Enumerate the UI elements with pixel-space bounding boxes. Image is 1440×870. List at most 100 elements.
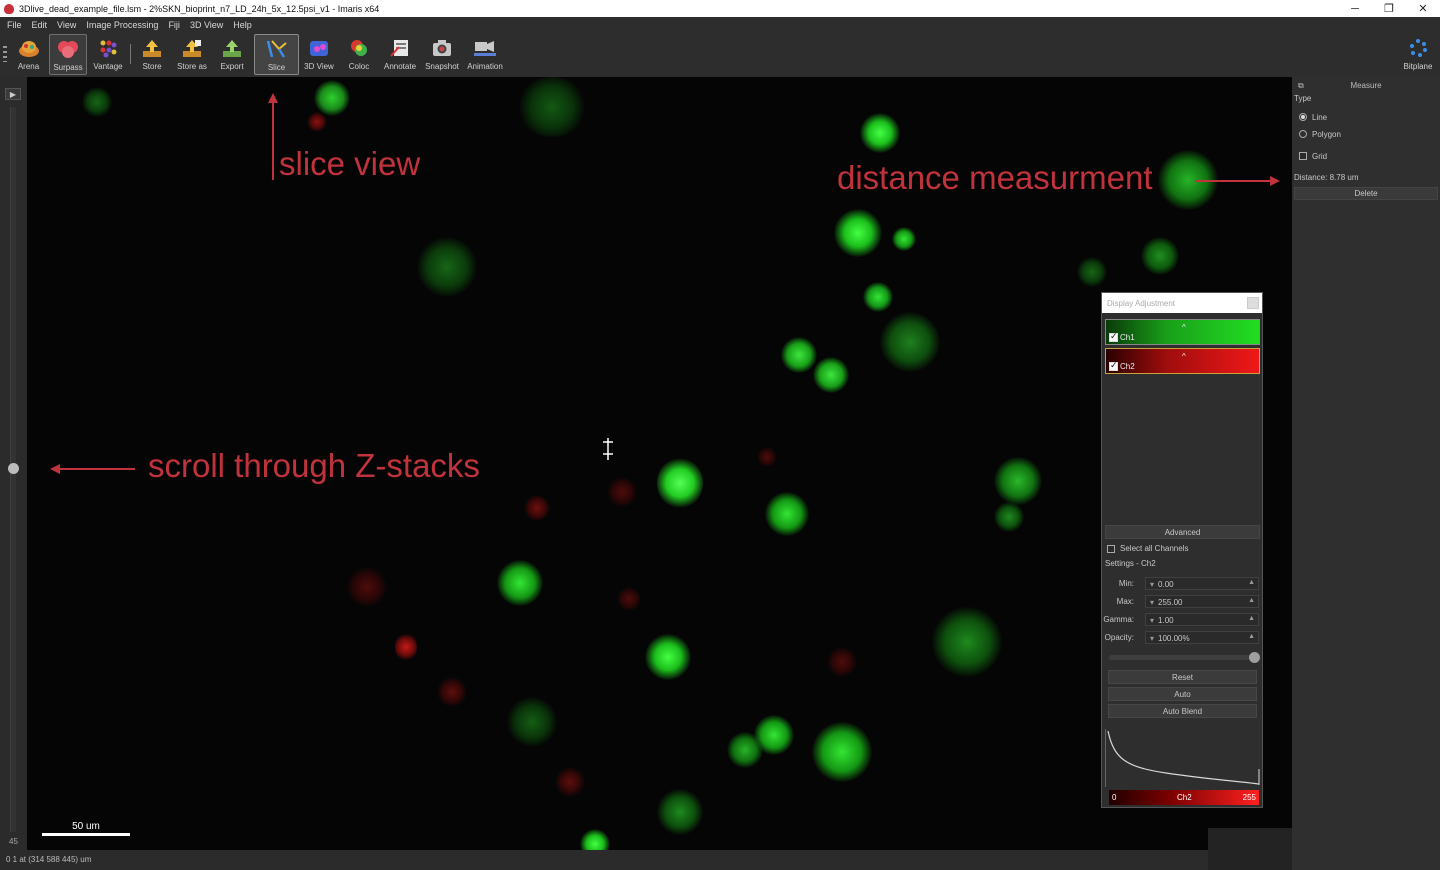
- store-as-button[interactable]: Store as: [175, 34, 209, 75]
- select-all-channels-option[interactable]: Select all Channels: [1105, 544, 1188, 553]
- opacity-slider-knob[interactable]: [1249, 652, 1260, 663]
- annotation-arrow-line: [58, 468, 135, 470]
- status-bar-corner: [1208, 828, 1292, 870]
- zstack-value: 45: [9, 837, 18, 846]
- max-input[interactable]: ▾ 255.00 ▲: [1145, 595, 1259, 608]
- annotate-button[interactable]: Annotate: [381, 34, 419, 75]
- chevron-up-icon[interactable]: ^: [1182, 352, 1186, 361]
- status-text: 0 1 at (314 588 445) um: [6, 855, 92, 864]
- max-label: Max:: [1116, 597, 1134, 606]
- channel-bar-ch2[interactable]: ^ Ch2: [1105, 348, 1260, 374]
- colorbar-min: 0: [1112, 793, 1117, 802]
- min-input[interactable]: ▾ 0.00 ▲: [1145, 577, 1259, 590]
- dropdown-icon[interactable]: ▾: [1150, 598, 1154, 607]
- 3d-view-icon: [307, 36, 331, 60]
- measurement-point-icon[interactable]: [600, 436, 616, 462]
- vantage-button[interactable]: Vantage: [91, 34, 125, 75]
- spinner-up-icon[interactable]: ▲: [1248, 597, 1255, 604]
- surpass-label: Surpass: [53, 63, 83, 72]
- menu-image-processing[interactable]: Image Processing: [86, 20, 158, 30]
- play-button[interactable]: ▶: [5, 88, 21, 100]
- green-cell: [517, 77, 587, 137]
- grid-checkbox[interactable]: [1299, 152, 1307, 160]
- annotate-icon: [388, 36, 412, 60]
- ch2-checkbox[interactable]: [1109, 360, 1118, 371]
- select-all-label: Select all Channels: [1120, 544, 1189, 553]
- spinner-up-icon[interactable]: ▲: [1248, 615, 1255, 622]
- green-cell: [314, 80, 350, 116]
- green-cell: [994, 457, 1042, 505]
- red-cell: [757, 447, 777, 467]
- slice-button[interactable]: Slice: [254, 34, 299, 75]
- green-cell: [834, 209, 882, 257]
- bitplane-button[interactable]: Bitplane: [1400, 34, 1436, 75]
- zstack-slider-thumb[interactable]: [8, 463, 19, 474]
- annotation-distance-measurement: distance measurment: [837, 159, 1153, 196]
- gamma-label: Gamma:: [1103, 615, 1134, 624]
- grid-option[interactable]: Grid: [1294, 150, 1438, 162]
- restore-button[interactable]: ❐: [1372, 0, 1406, 17]
- green-cell: [863, 282, 893, 312]
- green-cell: [580, 829, 610, 850]
- store-button[interactable]: Store: [138, 34, 166, 75]
- status-bar: 0 1 at (314 588 445) um: [0, 850, 1292, 870]
- menu-fiji[interactable]: Fiji: [168, 20, 180, 30]
- channel-colorbar[interactable]: 0 Ch2 255: [1109, 790, 1259, 805]
- arena-button[interactable]: Arena: [14, 34, 43, 75]
- toolbar-grip[interactable]: [3, 46, 7, 62]
- animation-button[interactable]: Animation: [466, 34, 504, 75]
- close-window-button[interactable]: ✕: [1406, 0, 1440, 17]
- bitplane-label: Bitplane: [1403, 62, 1433, 71]
- opacity-slider[interactable]: [1109, 652, 1260, 663]
- gamma-field: Gamma: ▾ 1.00 ▲: [1103, 613, 1260, 626]
- menu-help[interactable]: Help: [233, 20, 252, 30]
- annotation-arrow-line: [1195, 180, 1273, 182]
- line-option[interactable]: Line: [1294, 111, 1438, 123]
- polygon-radio[interactable]: [1299, 130, 1307, 138]
- colorbar-max: 255: [1242, 793, 1256, 802]
- auto-blend-button[interactable]: Auto Blend: [1108, 704, 1257, 718]
- type-label: Type: [1294, 94, 1312, 103]
- channel-bar-ch1[interactable]: ^ Ch1: [1105, 319, 1260, 345]
- delete-button[interactable]: Delete: [1294, 187, 1438, 200]
- reset-button[interactable]: Reset: [1108, 670, 1257, 684]
- menu-view[interactable]: View: [57, 20, 76, 30]
- opacity-input[interactable]: ▾ 100.00% ▲: [1145, 631, 1259, 644]
- dropdown-icon[interactable]: ▾: [1150, 580, 1154, 589]
- menu-file[interactable]: File: [7, 20, 22, 30]
- chevron-up-icon[interactable]: ^: [1182, 323, 1186, 332]
- green-cell: [417, 237, 477, 297]
- vantage-icon: [96, 36, 120, 60]
- green-cell: [657, 457, 703, 509]
- distance-readout: Distance: 8.78 um: [1294, 173, 1359, 182]
- surpass-button[interactable]: Surpass: [49, 34, 87, 75]
- spinner-up-icon[interactable]: ▲: [1248, 579, 1255, 586]
- polygon-option[interactable]: Polygon: [1294, 128, 1438, 140]
- advanced-button[interactable]: Advanced: [1105, 525, 1260, 539]
- dropdown-icon[interactable]: ▾: [1150, 616, 1154, 625]
- ch1-checkbox[interactable]: [1109, 331, 1118, 342]
- select-all-checkbox[interactable]: [1107, 544, 1115, 553]
- close-icon[interactable]: [1247, 297, 1259, 309]
- menu-3d-view[interactable]: 3D View: [190, 20, 223, 30]
- red-cell: [524, 495, 550, 521]
- menu-edit[interactable]: Edit: [32, 20, 48, 30]
- gamma-input[interactable]: ▾ 1.00 ▲: [1145, 613, 1259, 626]
- max-field: Max: ▾ 255.00 ▲: [1105, 595, 1260, 608]
- spinner-up-icon[interactable]: ▲: [1248, 633, 1255, 640]
- minimize-button[interactable]: ─: [1338, 0, 1372, 17]
- 3d-view-button[interactable]: 3D View: [304, 34, 334, 75]
- snapshot-button[interactable]: Snapshot: [423, 34, 461, 75]
- coloc-button[interactable]: Coloc: [344, 34, 374, 75]
- export-button[interactable]: Export: [218, 34, 246, 75]
- slice-label: Slice: [267, 63, 286, 72]
- histogram[interactable]: [1105, 729, 1260, 787]
- line-radio[interactable]: [1299, 113, 1307, 121]
- dropdown-icon[interactable]: ▾: [1150, 634, 1154, 643]
- annotation-zstack-scroll: scroll through Z-stacks: [148, 447, 480, 484]
- annotation-slice-view: slice view: [279, 145, 421, 182]
- auto-button[interactable]: Auto: [1108, 687, 1257, 701]
- red-cell: [395, 632, 417, 662]
- green-cell: [657, 789, 703, 835]
- bitplane-icon: [1406, 36, 1430, 60]
